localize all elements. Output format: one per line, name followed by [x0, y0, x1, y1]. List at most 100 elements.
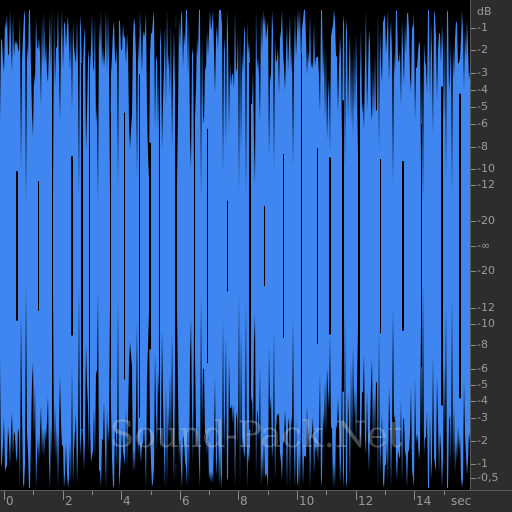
time-tick-mark [444, 491, 445, 495]
db-tick-mark [471, 124, 476, 125]
waveform-gap [52, 33, 53, 459]
db-tick-mark [471, 464, 476, 465]
db-tick-mark [471, 385, 476, 386]
db-tick-mark [471, 418, 476, 419]
time-unit-label: sec [451, 494, 472, 508]
db-tick-mark [471, 50, 476, 51]
waveform-gap [81, 63, 83, 430]
db-label-bottom: -3 [477, 411, 488, 424]
waveform-gap [317, 148, 318, 344]
db-tick-mark [471, 369, 476, 370]
time-label: 2 [65, 494, 73, 508]
time-label: 12 [358, 494, 374, 508]
waveform-gap [38, 181, 39, 311]
waveform-gap [358, 26, 360, 466]
time-label: 4 [123, 494, 131, 508]
time-label: 0 [6, 494, 14, 508]
db-tick-mark [471, 28, 476, 29]
waveform-gap [175, 27, 177, 465]
db-label-top: -20 [477, 214, 495, 227]
db-label-bottom: -2 [477, 434, 488, 447]
db-tick-mark [471, 478, 476, 479]
db-tick-mark [471, 401, 476, 402]
time-tick-mark [356, 491, 357, 500]
db-label-top: -5 [477, 100, 488, 113]
db-label-bottom: -4 [477, 394, 488, 407]
time-tick-mark [209, 491, 210, 495]
db-label-center: -∞ [477, 239, 491, 252]
waveform-gap [227, 200, 228, 292]
db-tick-mark [471, 147, 476, 148]
waveform-gap [207, 128, 208, 364]
db-tick-mark [471, 169, 476, 170]
db-label-bottom: -12 [477, 301, 495, 314]
waveform-gap [421, 124, 422, 368]
waveform-gap [249, 62, 251, 430]
db-label-bottom: -5 [477, 378, 488, 391]
time-label: 10 [299, 494, 315, 508]
waveform-gap [402, 161, 404, 331]
db-scale-ruler: dB -1 -2 -3 -4 -5 -6 -8 -10 -12 -20 -∞ -20 -12 -10 -8 -6… [470, 0, 512, 490]
waveform-display[interactable] [0, 0, 470, 490]
waveform-gap [149, 142, 151, 350]
time-tick-mark [92, 491, 93, 495]
db-label-bottom: -6 [477, 362, 488, 375]
db-label-top: -1 [477, 21, 488, 34]
db-label-bottom: -0,5 [477, 471, 499, 484]
time-label: 6 [182, 494, 190, 508]
db-unit-label: dB [477, 5, 492, 18]
time-tick-mark [326, 491, 327, 495]
db-tick-mark [471, 90, 476, 91]
db-tick-mark [471, 345, 476, 346]
db-tick-mark [471, 73, 476, 74]
db-tick-mark [471, 271, 476, 272]
waveform-gap [459, 93, 461, 399]
time-label: 8 [240, 494, 248, 508]
db-label-bottom: -10 [477, 317, 495, 330]
waveform-gap [139, 74, 140, 418]
waveform-gap [110, 112, 111, 380]
waveform-gap [264, 205, 265, 287]
waveform-gap [16, 171, 18, 321]
time-tick-mark [268, 491, 269, 495]
db-label-top: -8 [477, 140, 488, 153]
waveform-gap [283, 154, 284, 338]
db-label-bottom: -1 [477, 457, 488, 470]
db-label-top: -4 [477, 83, 488, 96]
waveform-gap [441, 86, 443, 406]
db-tick-mark [471, 185, 476, 186]
db-label-bottom: -8 [477, 338, 488, 351]
time-tick-mark [121, 491, 122, 500]
time-tick-mark [238, 491, 239, 500]
time-label: 14 [416, 494, 432, 508]
db-label-top: -2 [477, 43, 488, 56]
waveform-gap [89, 30, 90, 462]
time-tick-mark [151, 491, 152, 495]
time-tick-mark [414, 491, 415, 500]
waveform-graphic [0, 8, 470, 489]
waveform-gap [159, 41, 160, 451]
time-tick-mark [4, 491, 5, 500]
db-label-top: -6 [477, 117, 488, 130]
time-ruler[interactable]: 0 2 4 6 8 10 12 14 sec [0, 490, 512, 512]
waveform-gap [194, 45, 195, 447]
db-label-top: -10 [477, 162, 495, 175]
time-tick-mark [385, 491, 386, 495]
waveform-gap [124, 112, 125, 380]
waveform-gap [342, 100, 344, 392]
waveform-gap [71, 156, 73, 336]
time-tick-mark [63, 491, 64, 500]
time-tick-mark [33, 491, 34, 495]
db-tick-mark [471, 324, 476, 325]
db-label-top: -12 [477, 178, 495, 191]
db-tick-mark [471, 221, 476, 222]
db-tick-mark [471, 308, 476, 309]
time-tick-mark [180, 491, 181, 500]
waveform-gap [329, 157, 331, 335]
db-label-bottom: -20 [477, 264, 495, 277]
db-tick-mark [471, 441, 476, 442]
waveform-gap [301, 53, 302, 439]
time-tick-mark [297, 491, 298, 500]
waveform-shape [0, 8, 470, 489]
db-tick-mark [471, 107, 476, 108]
